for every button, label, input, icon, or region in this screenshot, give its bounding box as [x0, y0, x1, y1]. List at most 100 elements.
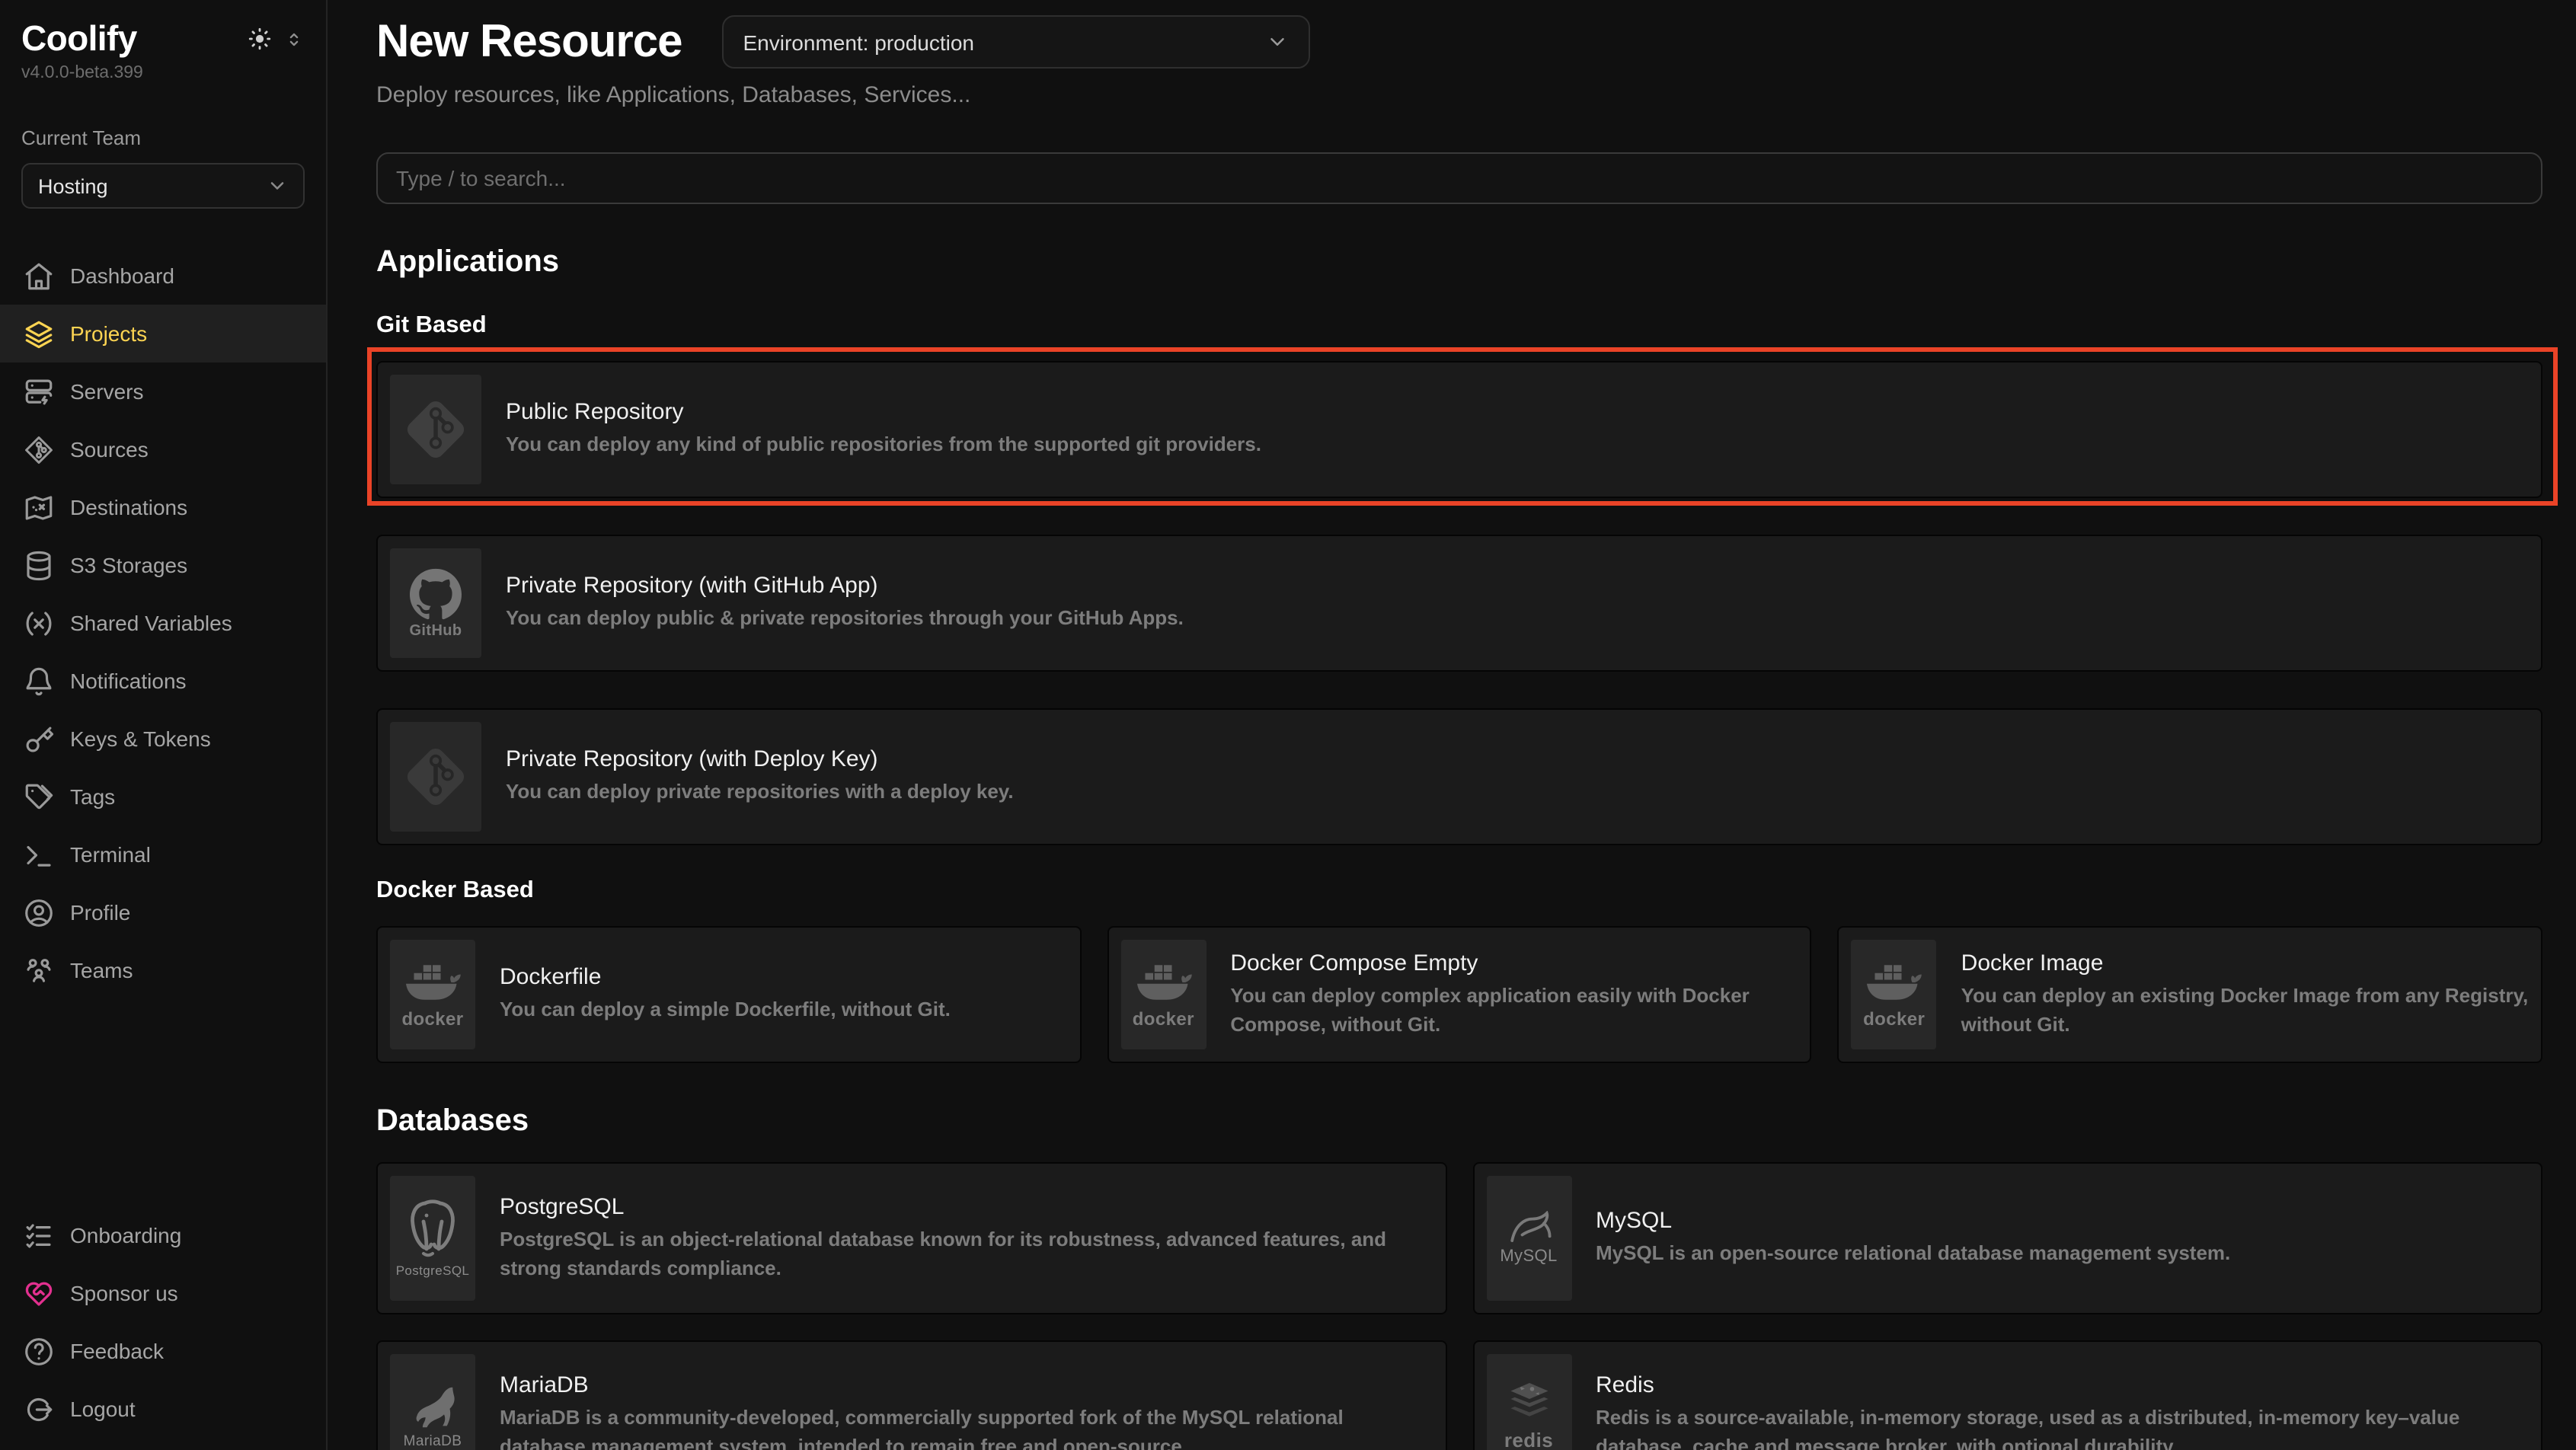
card-title: PostgreSQL: [500, 1193, 1433, 1219]
server-icon: [21, 375, 55, 408]
card-mariadb[interactable]: MariaDB MariaDB MariaDB is a community-d…: [376, 1340, 1446, 1450]
sidebar-item-servers[interactable]: Servers: [0, 362, 326, 420]
git-icon: [21, 433, 55, 466]
sidebar-item-sources[interactable]: Sources: [0, 420, 326, 478]
redis-wordmark: redis: [1504, 1428, 1553, 1450]
sidebar-item-shared-variables[interactable]: Shared Variables: [0, 594, 326, 652]
sidebar-item-sponsor-us[interactable]: Sponsor us: [0, 1264, 326, 1322]
mariadb-wordmark: MariaDB: [404, 1432, 462, 1449]
app-logo: Coolify: [21, 18, 137, 59]
page-subtitle: Deploy resources, like Applications, Dat…: [376, 82, 2542, 108]
card-description: Redis is a source-available, in-memory s…: [1596, 1404, 2529, 1450]
sidebar-item-teams[interactable]: Teams: [0, 941, 326, 999]
redis-logo: redis: [1486, 1354, 1571, 1450]
user-circle-icon: [21, 896, 55, 929]
chevrons-up-down-icon[interactable]: [283, 28, 305, 50]
git-logo: [390, 375, 481, 484]
card-description: You can deploy an existing Docker Image …: [1961, 982, 2529, 1039]
sidebar-item-tags[interactable]: Tags: [0, 768, 326, 826]
home-icon: [21, 259, 55, 292]
team-select[interactable]: Hosting: [21, 163, 305, 209]
sidebar-item-dashboard[interactable]: Dashboard: [0, 247, 326, 305]
sidebar-footer-nav: Onboarding Sponsor us Feedback Logout: [0, 1206, 326, 1438]
card-mysql[interactable]: MySQL MySQL MySQL is an open-source rela…: [1472, 1162, 2542, 1314]
theme-toggle-sun-icon[interactable]: [247, 26, 273, 52]
card-title: Private Repository (with Deploy Key): [506, 746, 1014, 772]
card-docker-compose-empty[interactable]: docker Docker Compose Empty You can depl…: [1107, 926, 1811, 1063]
page-title: New Resource: [376, 16, 682, 68]
card-title: Docker Compose Empty: [1230, 950, 1798, 976]
team-select-value: Hosting: [38, 174, 108, 197]
card-description: You can deploy any kind of public reposi…: [506, 431, 1261, 460]
card-docker-image[interactable]: docker Docker Image You can deploy an ex…: [1838, 926, 2542, 1063]
github-wordmark: GitHub: [409, 622, 462, 639]
postgresql-logo: PostgreSQL: [390, 1176, 475, 1301]
layers-icon: [21, 317, 55, 350]
docker-logo: docker: [390, 940, 475, 1049]
card-description: MySQL is an open-source relational datab…: [1596, 1240, 2230, 1269]
terminal-icon: [21, 838, 55, 871]
bell-icon: [21, 664, 55, 698]
card-description: You can deploy public & private reposito…: [506, 605, 1184, 634]
logout-icon: [21, 1392, 55, 1426]
section-databases-heading: Databases: [376, 1104, 2542, 1139]
key-icon: [21, 722, 55, 755]
card-private-repository-github-app[interactable]: GitHub Private Repository (with GitHub A…: [376, 535, 2542, 672]
card-title: Redis: [1596, 1372, 2529, 1397]
variable-icon: [21, 606, 55, 640]
sidebar-item-s3-storages[interactable]: S3 Storages: [0, 536, 326, 594]
card-title: MariaDB: [500, 1372, 1433, 1397]
sidebar-item-terminal[interactable]: Terminal: [0, 826, 326, 883]
card-public-repository[interactable]: Public Repository You can deploy any kin…: [376, 361, 2542, 498]
sidebar-item-projects[interactable]: Projects: [0, 305, 326, 362]
mysql-wordmark: MySQL: [1500, 1247, 1557, 1266]
sidebar-item-logout[interactable]: Logout: [0, 1380, 326, 1438]
card-description: PostgreSQL is an object-relational datab…: [500, 1225, 1433, 1282]
docker-wordmark: docker: [1133, 1008, 1194, 1030]
sidebar-item-destinations[interactable]: Destinations: [0, 478, 326, 536]
docker-logo: docker: [1852, 940, 1937, 1049]
users-icon: [21, 953, 55, 987]
sidebar-item-feedback[interactable]: Feedback: [0, 1322, 326, 1380]
chevron-down-icon: [267, 175, 288, 196]
card-private-repository-deploy-key[interactable]: Private Repository (with Deploy Key) You…: [376, 708, 2542, 845]
card-description: You can deploy private repositories with…: [506, 778, 1014, 807]
card-description: MariaDB is a community-developed, commer…: [500, 1404, 1433, 1450]
docker-wordmark: docker: [401, 1008, 463, 1030]
card-title: MySQL: [1596, 1208, 2230, 1234]
docker-logo: docker: [1120, 940, 1206, 1049]
postgresql-wordmark: PostgreSQL: [396, 1263, 470, 1278]
tags-icon: [21, 780, 55, 813]
environment-select-value: Environment: production: [743, 30, 975, 54]
sidebar-item-profile[interactable]: Profile: [0, 883, 326, 941]
card-title: Dockerfile: [500, 964, 951, 990]
search-input[interactable]: [376, 152, 2542, 204]
map-icon: [21, 490, 55, 524]
help-circle-icon: [21, 1334, 55, 1368]
heart-handshake-icon: [21, 1276, 55, 1310]
section-applications-heading: Applications: [376, 245, 2542, 280]
sidebar-item-notifications[interactable]: Notifications: [0, 652, 326, 710]
sidebar: Coolify v4.0.0-beta.399 Current Team Hos…: [0, 0, 328, 1450]
sidebar-nav: Dashboard Projects Servers Sources Desti…: [0, 247, 326, 999]
card-title: Public Repository: [506, 399, 1261, 425]
card-redis[interactable]: redis Redis Redis is a source-available,…: [1472, 1340, 2542, 1450]
checklist-icon: [21, 1218, 55, 1252]
environment-select[interactable]: Environment: production: [722, 15, 1310, 69]
mariadb-logo: MariaDB: [390, 1354, 475, 1450]
card-dockerfile[interactable]: docker Dockerfile You can deploy a simpl…: [376, 926, 1081, 1063]
card-title: Docker Image: [1961, 950, 2529, 976]
docker-wordmark: docker: [1863, 1008, 1925, 1030]
card-description: You can deploy complex application easil…: [1230, 982, 1798, 1039]
card-postgresql[interactable]: PostgreSQL PostgreSQL PostgreSQL is an o…: [376, 1162, 1446, 1314]
main-content: New Resource Environment: production Dep…: [328, 0, 2576, 1450]
sidebar-item-keys-tokens[interactable]: Keys & Tokens: [0, 710, 326, 768]
sidebar-item-onboarding[interactable]: Onboarding: [0, 1206, 326, 1264]
github-logo: GitHub: [390, 548, 481, 658]
database-icon: [21, 548, 55, 582]
card-title: Private Repository (with GitHub App): [506, 573, 1184, 599]
subsection-git-based-heading: Git Based: [376, 312, 2542, 340]
mysql-logo: MySQL: [1486, 1176, 1571, 1301]
subsection-docker-based-heading: Docker Based: [376, 877, 2542, 905]
coolify-app: Coolify v4.0.0-beta.399 Current Team Hos…: [0, 0, 2576, 1450]
